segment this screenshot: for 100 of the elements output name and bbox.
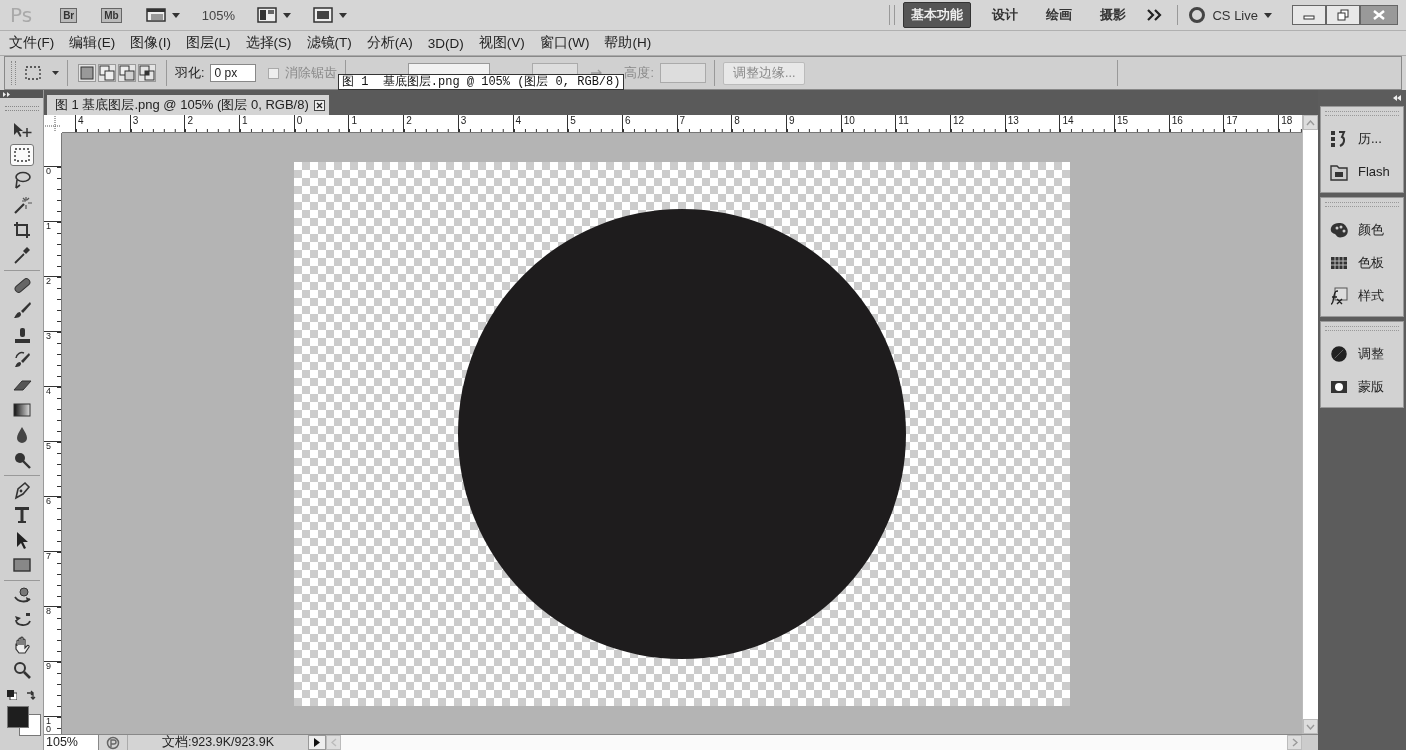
color-swatches-icon [6, 706, 41, 736]
caret-icon [52, 71, 59, 75]
document-title: 图 1 基底图层.png @ 105% (图层 0, RGB/8) [55, 96, 309, 114]
scroll-left-icon [330, 738, 337, 747]
ruler-label: 0 [46, 167, 51, 176]
zoom-level-dropdown[interactable]: 105% [201, 7, 235, 23]
gradient-icon [11, 400, 32, 420]
panel-button[interactable]: 颜色 [1321, 213, 1403, 246]
ruler-label: 18 [1281, 115, 1293, 126]
ruler-label: 1 [46, 222, 51, 231]
rectangle-icon [11, 555, 32, 575]
menu-item[interactable]: 图层(L) [186, 34, 231, 52]
double-chevron-icon [1147, 9, 1164, 21]
ruler-label: 14 [1062, 115, 1074, 126]
status-menu-button[interactable] [308, 735, 326, 750]
ruler-label: 4 [515, 115, 522, 126]
workspace-tab[interactable]: 基本功能 [903, 2, 972, 28]
restore-button[interactable] [1326, 5, 1360, 25]
scroll-right-icon [1291, 738, 1298, 747]
anti-alias-label: 消除锯齿 [285, 64, 338, 82]
panel-button[interactable]: 调整 [1321, 337, 1403, 370]
ruler-label: 3 [460, 115, 467, 126]
ruler-label: 8 [734, 115, 740, 126]
height-field[interactable] [659, 63, 706, 83]
close-button[interactable] [1360, 5, 1398, 25]
feather-label: 羽化: [175, 64, 205, 82]
ruler-label: 3 [132, 115, 139, 126]
ruler-label: 2 [187, 115, 193, 126]
ruler-label: 3 [46, 332, 51, 341]
menu-item[interactable]: 分析(A) [366, 34, 413, 52]
menu-item[interactable]: 编辑(E) [69, 34, 116, 52]
collapse-icon [1393, 95, 1401, 101]
ring-icon [1188, 6, 1207, 24]
ruler-label: 7 [46, 552, 51, 561]
menu-item[interactable]: 滤镜(T) [306, 34, 352, 52]
menu-item[interactable]: 图像(I) [130, 34, 171, 52]
horizontal-scrollbar[interactable] [326, 735, 1302, 750]
caret-icon [1264, 12, 1272, 18]
ruler-label: 10 [46, 717, 51, 734]
intersect-selection-icon [139, 65, 155, 81]
ruler-label: 5 [46, 442, 51, 451]
vertical-scrollbar[interactable] [1302, 115, 1318, 734]
ruler-label: 4 [46, 387, 51, 396]
ruler-label: 2 [406, 115, 412, 126]
ruler-label: 15 [1117, 115, 1129, 126]
ruler-label: 10 [843, 115, 855, 126]
height-label: 高度: [624, 64, 654, 82]
cs-live-menu[interactable]: CS Live [1212, 7, 1258, 23]
caret-icon [338, 12, 347, 18]
ruler-label: 2 [46, 277, 51, 286]
workspace-tab[interactable]: 摄影 [1093, 3, 1134, 27]
default-colors-icon [6, 690, 17, 700]
menu-item[interactable]: 帮助(H) [604, 34, 652, 52]
menu-item[interactable]: 选择(S) [245, 34, 292, 52]
ruler-label: 9 [46, 662, 51, 671]
new-selection-icon [79, 65, 95, 81]
panel-button[interactable]: Flash [1321, 155, 1403, 188]
bridge-button[interactable]: Br [60, 7, 78, 23]
ruler-label: 5 [570, 115, 576, 126]
screen-mode-icon [312, 7, 333, 23]
styles-icon [1329, 285, 1349, 306]
menu-item[interactable]: 文件(F) [9, 34, 55, 52]
ruler-label: 13 [1007, 115, 1019, 126]
workspace-tab[interactable]: 绘画 [1039, 3, 1080, 27]
menu-item[interactable]: 视图(V) [478, 34, 525, 52]
tooltip: 图 1 基底图层.png @ 105% (图层 0, RGB/8) [338, 74, 625, 90]
scroll-up-icon [1306, 119, 1315, 126]
ruler-label: 9 [788, 115, 795, 126]
rotate-3d-icon [11, 585, 32, 605]
ruler-label: 1 [351, 115, 357, 126]
zoom-icon [11, 660, 32, 680]
minimize-button[interactable] [1292, 5, 1326, 25]
status-icon [106, 735, 120, 750]
panel-button[interactable]: 色板 [1321, 246, 1403, 279]
menu-item[interactable]: 3D(D) [427, 35, 464, 51]
menu-item[interactable]: 窗口(W) [539, 34, 590, 52]
panel-button[interactable]: 历... [1321, 122, 1403, 155]
tool-button[interactable] [9, 144, 34, 166]
brush-icon [11, 300, 32, 320]
workspace-tab[interactable]: 设计 [985, 3, 1026, 27]
caret-icon [171, 12, 180, 18]
document-size-info: 文档:923.9K/923.9K [160, 735, 276, 750]
ruler-label: 7 [679, 115, 686, 126]
ruler-label: 1 [242, 115, 248, 126]
document-tab[interactable]: 图 1 基底图层.png @ 105% (图层 0, RGB/8) [47, 95, 329, 115]
panel-button[interactable]: 样式 [1321, 279, 1403, 312]
crop-icon [11, 220, 32, 240]
close-icon [313, 99, 325, 111]
feather-field[interactable]: 0 px [210, 64, 257, 82]
caret-icon [282, 12, 291, 18]
mini-bridge-button[interactable]: Mb [101, 7, 122, 23]
zoom-field[interactable]: 105% [44, 735, 99, 750]
adjustments-icon [1329, 343, 1349, 364]
film-strip-icon [145, 7, 166, 23]
ruler-label: 6 [624, 115, 631, 126]
ruler-label: 6 [46, 497, 51, 506]
close-icon [1373, 10, 1385, 20]
panel-button[interactable]: 蒙版 [1321, 370, 1403, 403]
ruler-label: 0 [296, 115, 303, 126]
restore-icon [1337, 9, 1349, 21]
